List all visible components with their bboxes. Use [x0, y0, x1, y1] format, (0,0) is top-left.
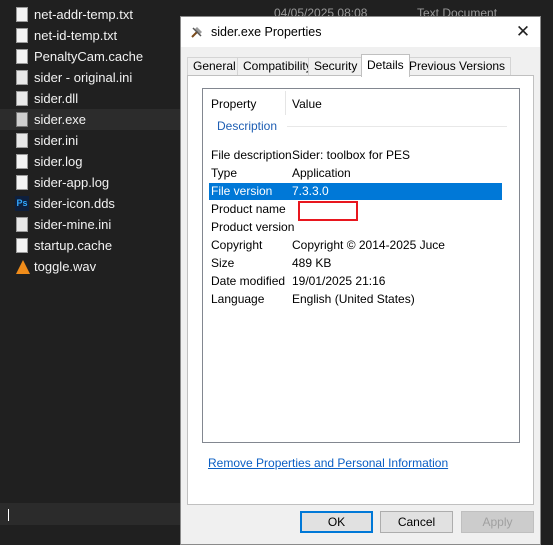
file-item[interactable]: toggle.wav — [0, 256, 180, 277]
text-caret — [8, 509, 9, 521]
property-value: Sider: toolbox for PES — [292, 148, 411, 162]
file-name: sider-icon.dds — [34, 196, 115, 211]
file-item[interactable]: sider.dll — [0, 88, 180, 109]
properties-dialog: sider.exe Properties ✕ General Compatibi… — [180, 16, 541, 545]
settings-file-icon — [16, 133, 28, 148]
file-name: sider - original.ini — [34, 70, 133, 85]
text-file-icon — [16, 175, 28, 190]
file-name: PenaltyCam.cache — [34, 49, 144, 64]
ok-button[interactable]: OK — [300, 511, 373, 533]
property-row[interactable]: Type Application — [209, 165, 502, 182]
dialog-title: sider.exe Properties — [211, 25, 322, 39]
property-name: Product name — [211, 202, 286, 216]
sider-app-icon — [16, 112, 28, 127]
property-row-selected[interactable]: File version 7.3.3.0 — [209, 183, 502, 200]
details-page: Property Value Description File descript… — [187, 75, 534, 505]
property-name: Type — [211, 166, 238, 180]
file-item-selected[interactable]: sider.exe — [0, 109, 180, 130]
file-name: net-id-temp.txt — [34, 28, 118, 43]
tab-security[interactable]: Security — [308, 57, 364, 76]
property-value: Copyright © 2014-2025 Juce — [292, 238, 445, 252]
property-name: Language — [211, 292, 265, 306]
property-value: 19/01/2025 21:16 — [292, 274, 386, 288]
property-name: File version — [211, 184, 273, 198]
tab-previous-versions[interactable]: Previous Versions — [403, 57, 512, 76]
property-row[interactable]: Date modified 19/01/2025 21:16 — [209, 273, 502, 290]
file-item[interactable]: sider.log — [0, 151, 180, 172]
column-divider[interactable] — [285, 91, 286, 115]
property-name: Product version — [211, 220, 295, 234]
file-item[interactable]: net-id-temp.txt — [0, 25, 180, 46]
property-name: Copyright — [211, 238, 263, 252]
file-item[interactable]: sider-mine.ini — [0, 214, 180, 235]
settings-file-icon — [16, 70, 28, 85]
sider-app-icon — [191, 27, 202, 38]
file-item[interactable]: PenaltyCam.cache — [0, 46, 180, 67]
property-value: Application — [292, 166, 351, 180]
file-item[interactable]: net-addr-temp.txt — [0, 4, 180, 25]
file-item[interactable]: sider.ini — [0, 130, 180, 151]
property-row[interactable]: Product version — [209, 219, 502, 236]
property-value: English (United States) — [292, 292, 415, 306]
red-highlight-box — [298, 201, 358, 221]
dialog-titlebar[interactable]: sider.exe Properties ✕ — [181, 17, 540, 47]
file-item[interactable]: startup.cache — [0, 235, 180, 256]
photoshop-file-icon: Ps — [15, 196, 29, 211]
file-name: net-addr-temp.txt — [34, 7, 133, 22]
property-name: Size — [211, 256, 235, 270]
tab-general[interactable]: General — [187, 57, 242, 76]
column-header-value[interactable]: Value — [292, 97, 322, 111]
close-button[interactable]: ✕ — [512, 22, 534, 42]
file-name: sider-app.log — [34, 175, 110, 190]
explorer-status-bar — [0, 503, 180, 525]
file-item[interactable]: sider-app.log — [0, 172, 180, 193]
vlc-audio-icon — [16, 260, 30, 274]
property-name: File description — [211, 148, 292, 162]
property-row[interactable]: Copyright Copyright © 2014-2025 Juce — [209, 237, 502, 254]
remove-properties-link[interactable]: Remove Properties and Personal Informati… — [208, 456, 448, 470]
settings-file-icon — [16, 217, 28, 232]
tab-details[interactable]: Details — [361, 54, 410, 77]
file-name: sider.dll — [34, 91, 79, 106]
file-name: startup.cache — [34, 238, 113, 253]
property-row[interactable]: Size 489 KB — [209, 255, 502, 272]
file-icon — [16, 238, 28, 253]
group-divider — [287, 126, 507, 127]
file-icon — [16, 49, 28, 64]
property-row[interactable]: File description Sider: toolbox for PES — [209, 147, 502, 164]
text-file-icon — [16, 154, 28, 169]
property-value: 7.3.3.0 — [292, 184, 329, 198]
file-item[interactable]: sider - original.ini — [0, 67, 180, 88]
column-header-property[interactable]: Property — [211, 97, 256, 111]
tab-bar: General Compatibility Security Details P… — [187, 54, 532, 77]
details-list[interactable]: Property Value Description File descript… — [202, 88, 520, 443]
property-row[interactable]: Language English (United States) — [209, 291, 502, 308]
file-item[interactable]: Ps sider-icon.dds — [0, 193, 180, 214]
apply-button[interactable]: Apply — [461, 511, 534, 533]
cancel-button[interactable]: Cancel — [380, 511, 453, 533]
group-title-description: Description — [217, 119, 278, 133]
file-list: net-addr-temp.txt net-id-temp.txt Penalt… — [0, 4, 180, 277]
file-name: toggle.wav — [34, 259, 97, 274]
text-file-icon — [16, 7, 28, 22]
property-value: 489 KB — [292, 256, 332, 270]
tab-compatibility[interactable]: Compatibility — [237, 57, 318, 76]
text-file-icon — [16, 28, 28, 43]
file-name: sider-mine.ini — [34, 217, 112, 232]
dll-file-icon — [16, 91, 28, 106]
property-name: Date modified — [211, 274, 286, 288]
file-name: sider.ini — [34, 133, 79, 148]
file-name: sider.log — [34, 154, 83, 169]
file-name: sider.exe — [34, 112, 87, 127]
